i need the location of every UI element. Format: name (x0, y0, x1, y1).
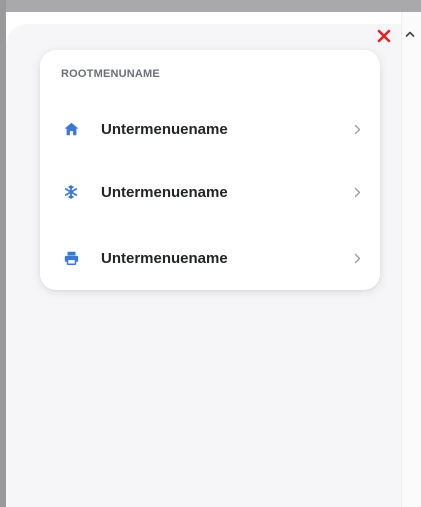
root-menu-title: ROOTMENUNAME (61, 68, 160, 80)
menu-item-label: Untermenuename (101, 249, 228, 267)
menu-item-label: Untermenuename (101, 120, 228, 138)
menu-item-label: Untermenuename (101, 183, 228, 201)
menu-item-2[interactable]: Untermenuename (40, 170, 380, 214)
close-icon (377, 29, 391, 43)
app-window: ROOTMENUNAME Untermenuename Untermenuena… (0, 0, 421, 507)
close-button[interactable] (374, 26, 394, 46)
menu-item-1[interactable]: Untermenuename (40, 107, 380, 151)
chevron-right-icon (352, 250, 362, 266)
chevron-right-icon (352, 184, 362, 200)
scroll-edge (401, 12, 421, 507)
home-icon (63, 121, 79, 137)
menu-item-3[interactable]: Untermenuename (40, 236, 380, 280)
chevron-right-icon (352, 121, 362, 137)
printer-icon (63, 250, 79, 266)
backdrop-top (0, 0, 421, 12)
menu-card: ROOTMENUNAME Untermenuename Untermenuena… (40, 50, 380, 290)
collapse-button[interactable] (402, 26, 418, 42)
chevron-up-icon (405, 31, 415, 37)
snowflake-icon (63, 184, 79, 200)
